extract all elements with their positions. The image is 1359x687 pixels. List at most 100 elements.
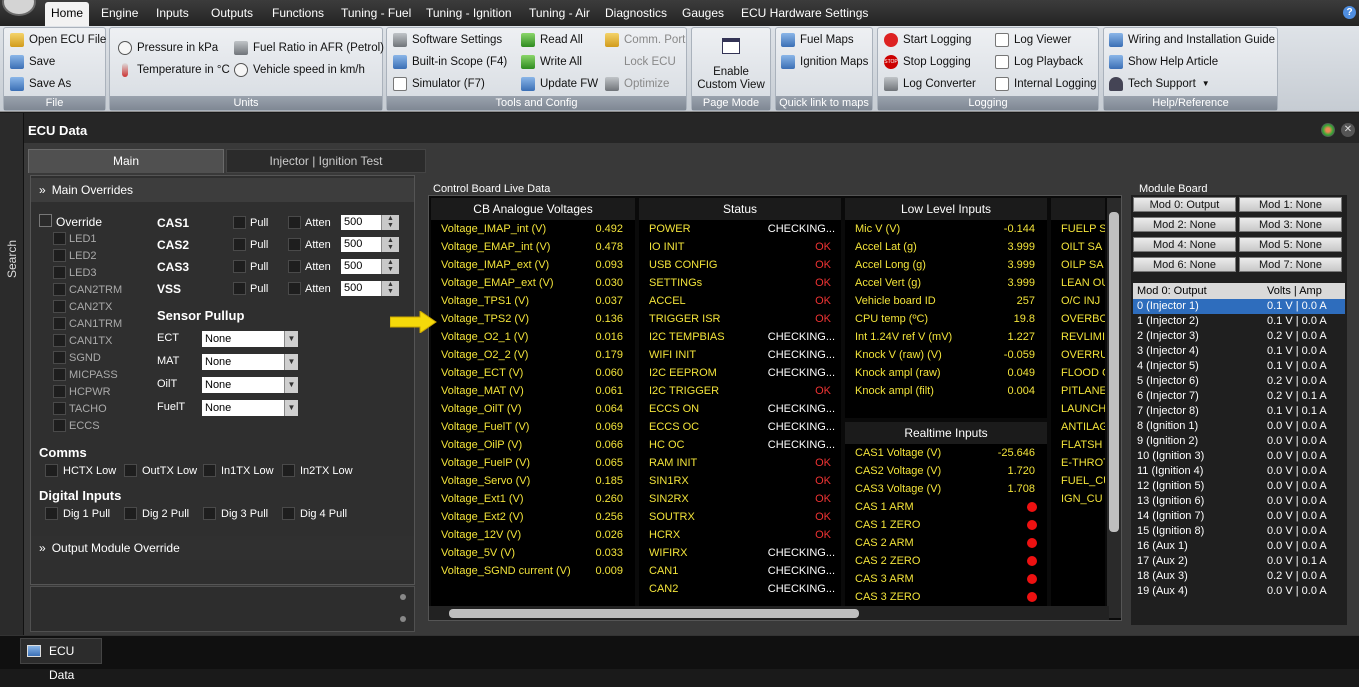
module-row[interactable]: 11 (Ignition 4) 0.0 V | 0.0 A — [1133, 464, 1345, 479]
atten-checkbox[interactable] — [288, 238, 301, 251]
led-checkbox[interactable] — [53, 351, 66, 364]
module-button[interactable]: Mod 5: None — [1239, 237, 1342, 252]
module-row[interactable]: 19 (Aux 4) 0.0 V | 0.0 A — [1133, 584, 1345, 599]
digital-checkbox[interactable] — [203, 507, 216, 520]
pullup-select[interactable]: None ▼ — [202, 354, 298, 370]
led-checkbox[interactable] — [53, 283, 66, 296]
log-converter-button[interactable]: Log Converter — [884, 74, 976, 94]
module-row[interactable]: 10 (Ignition 3) 0.0 V | 0.0 A — [1133, 449, 1345, 464]
module-button[interactable]: Mod 1: None — [1239, 197, 1342, 212]
app-logo[interactable] — [2, 0, 36, 16]
module-button[interactable]: Mod 4: None — [1133, 237, 1236, 252]
tab-main[interactable]: Main — [28, 149, 224, 173]
led-checkbox[interactable] — [53, 317, 66, 330]
status-icon[interactable] — [1321, 123, 1335, 137]
help-icon[interactable]: ? — [1343, 6, 1356, 19]
chevron-down-icon[interactable]: ▼ — [284, 354, 298, 370]
close-icon[interactable]: ✕ — [1341, 123, 1355, 137]
help-article-button[interactable]: Show Help Article — [1109, 52, 1218, 72]
led-checkbox[interactable] — [53, 249, 66, 262]
module-row[interactable]: 9 (Ignition 2) 0.0 V | 0.0 A — [1133, 434, 1345, 449]
module-row[interactable]: 8 (Ignition 1) 0.0 V | 0.0 A — [1133, 419, 1345, 434]
lock-ecu-button[interactable]: Lock ECU — [624, 52, 676, 72]
comms-checkbox[interactable] — [282, 464, 295, 477]
software-settings-button[interactable]: Software Settings — [393, 30, 502, 50]
tab-injector-ignition-test[interactable]: Injector | Ignition Test — [226, 149, 426, 173]
module-row[interactable]: 16 (Aux 1) 0.0 V | 0.0 A — [1133, 539, 1345, 554]
led-checkbox[interactable] — [53, 368, 66, 381]
module-button[interactable]: Mod 7: None — [1239, 257, 1342, 272]
module-row[interactable]: 12 (Ignition 5) 0.0 V | 0.0 A — [1133, 479, 1345, 494]
pressure-unit-button[interactable]: Pressure in kPa — [118, 38, 218, 58]
vertical-scroll-thumb[interactable] — [1109, 212, 1119, 532]
module-row[interactable]: 14 (Ignition 7) 0.0 V | 0.0 A — [1133, 509, 1345, 524]
module-row[interactable]: 2 (Injector 3) 0.2 V | 0.0 A — [1133, 329, 1345, 344]
fuel-ratio-unit-button[interactable]: Fuel Ratio in AFR (Petrol) — [234, 38, 384, 58]
start-logging-button[interactable]: Start Logging — [884, 30, 971, 50]
module-row[interactable]: 13 (Ignition 6) 0.0 V | 0.0 A — [1133, 494, 1345, 509]
chevron-down-icon[interactable]: ▼ — [284, 377, 298, 393]
module-row[interactable]: 5 (Injector 6) 0.2 V | 0.0 A — [1133, 374, 1345, 389]
fuel-maps-button[interactable]: Fuel Maps — [781, 30, 854, 50]
stop-logging-button[interactable]: STOP Stop Logging — [884, 52, 971, 72]
atten-checkbox[interactable] — [288, 282, 301, 295]
pullup-select[interactable]: None ▼ — [202, 331, 298, 347]
comms-checkbox[interactable] — [203, 464, 216, 477]
module-row[interactable]: 15 (Ignition 8) 0.0 V | 0.0 A — [1133, 524, 1345, 539]
internal-logging-button[interactable]: Internal Logging — [995, 74, 1096, 94]
update-fw-button[interactable]: Update FW — [521, 74, 598, 94]
module-row[interactable]: 17 (Aux 2) 0.0 V | 0.1 A — [1133, 554, 1345, 569]
module-row[interactable]: 6 (Injector 7) 0.2 V | 0.1 A — [1133, 389, 1345, 404]
horizontal-scrollbar[interactable] — [429, 606, 1109, 620]
led-checkbox[interactable] — [53, 402, 66, 415]
write-all-button[interactable]: Write All — [521, 52, 582, 72]
tech-support-button[interactable]: Tech Support ▼ — [1109, 74, 1210, 94]
log-viewer-button[interactable]: Log Viewer — [995, 30, 1071, 50]
tab-functions[interactable]: Functions — [272, 4, 324, 26]
comms-checkbox[interactable] — [124, 464, 137, 477]
built-in-scope-button[interactable]: Built-in Scope (F4) — [393, 52, 507, 72]
module-row[interactable]: 4 (Injector 5) 0.1 V | 0.0 A — [1133, 359, 1345, 374]
stepper-arrows-icon[interactable]: ▲ ▼ — [381, 215, 399, 230]
digital-checkbox[interactable] — [124, 507, 137, 520]
tab-inputs[interactable]: Inputs — [156, 4, 189, 26]
optimize-button[interactable]: Optimize — [605, 74, 669, 94]
read-all-button[interactable]: Read All — [521, 30, 583, 50]
output-module-override-header[interactable]: » Output Module Override — [31, 536, 414, 560]
ignition-maps-button[interactable]: Ignition Maps — [781, 52, 868, 72]
speed-unit-button[interactable]: Vehicle speed in km/h — [234, 60, 365, 80]
module-button[interactable]: Mod 2: None — [1133, 217, 1236, 232]
atten-value-stepper[interactable]: 500 ▲ ▼ — [341, 281, 399, 296]
atten-checkbox[interactable] — [288, 260, 301, 273]
module-button[interactable]: Mod 3: None — [1239, 217, 1342, 232]
enable-custom-view-button[interactable]: Enable Custom View — [692, 66, 770, 92]
taskbar-item-ecu-data[interactable]: ECU Data — [20, 638, 102, 682]
stepper-arrows-icon[interactable]: ▲ ▼ — [381, 281, 399, 296]
pullup-select[interactable]: None ▼ — [202, 400, 298, 416]
module-row[interactable]: 3 (Injector 4) 0.1 V | 0.0 A — [1133, 344, 1345, 359]
vertical-scrollbar[interactable] — [1107, 198, 1121, 618]
atten-value-stepper[interactable]: 500 ▲ ▼ — [341, 259, 399, 274]
open-ecu-file-button[interactable]: Open ECU File — [10, 30, 106, 50]
led-checkbox[interactable] — [53, 300, 66, 313]
led-checkbox[interactable] — [53, 232, 66, 245]
tab-home[interactable]: Home — [45, 2, 90, 26]
led-checkbox[interactable] — [53, 266, 66, 279]
led-checkbox[interactable] — [53, 419, 66, 432]
module-row[interactable]: 18 (Aux 3) 0.2 V | 0.0 A — [1133, 569, 1345, 584]
log-playback-button[interactable]: Log Playback — [995, 52, 1083, 72]
tab-ecu-hardware[interactable]: ECU Hardware Settings — [741, 4, 868, 26]
pullup-select[interactable]: None ▼ — [202, 377, 298, 393]
comms-checkbox[interactable] — [45, 464, 58, 477]
module-button[interactable]: Mod 6: None — [1133, 257, 1236, 272]
module-row[interactable]: 1 (Injector 2) 0.1 V | 0.0 A — [1133, 314, 1345, 329]
pull-checkbox[interactable] — [233, 216, 246, 229]
atten-value-stepper[interactable]: 500 ▲ ▼ — [341, 237, 399, 252]
led-checkbox[interactable] — [53, 334, 66, 347]
chevron-down-icon[interactable]: ▼ — [284, 400, 298, 416]
led-checkbox[interactable] — [53, 385, 66, 398]
stepper-arrows-icon[interactable]: ▲ ▼ — [381, 259, 399, 274]
simulator-button[interactable]: Simulator (F7) — [393, 74, 485, 94]
stepper-arrows-icon[interactable]: ▲ ▼ — [381, 237, 399, 252]
comm-port-button[interactable]: Comm. Port — [605, 30, 685, 50]
